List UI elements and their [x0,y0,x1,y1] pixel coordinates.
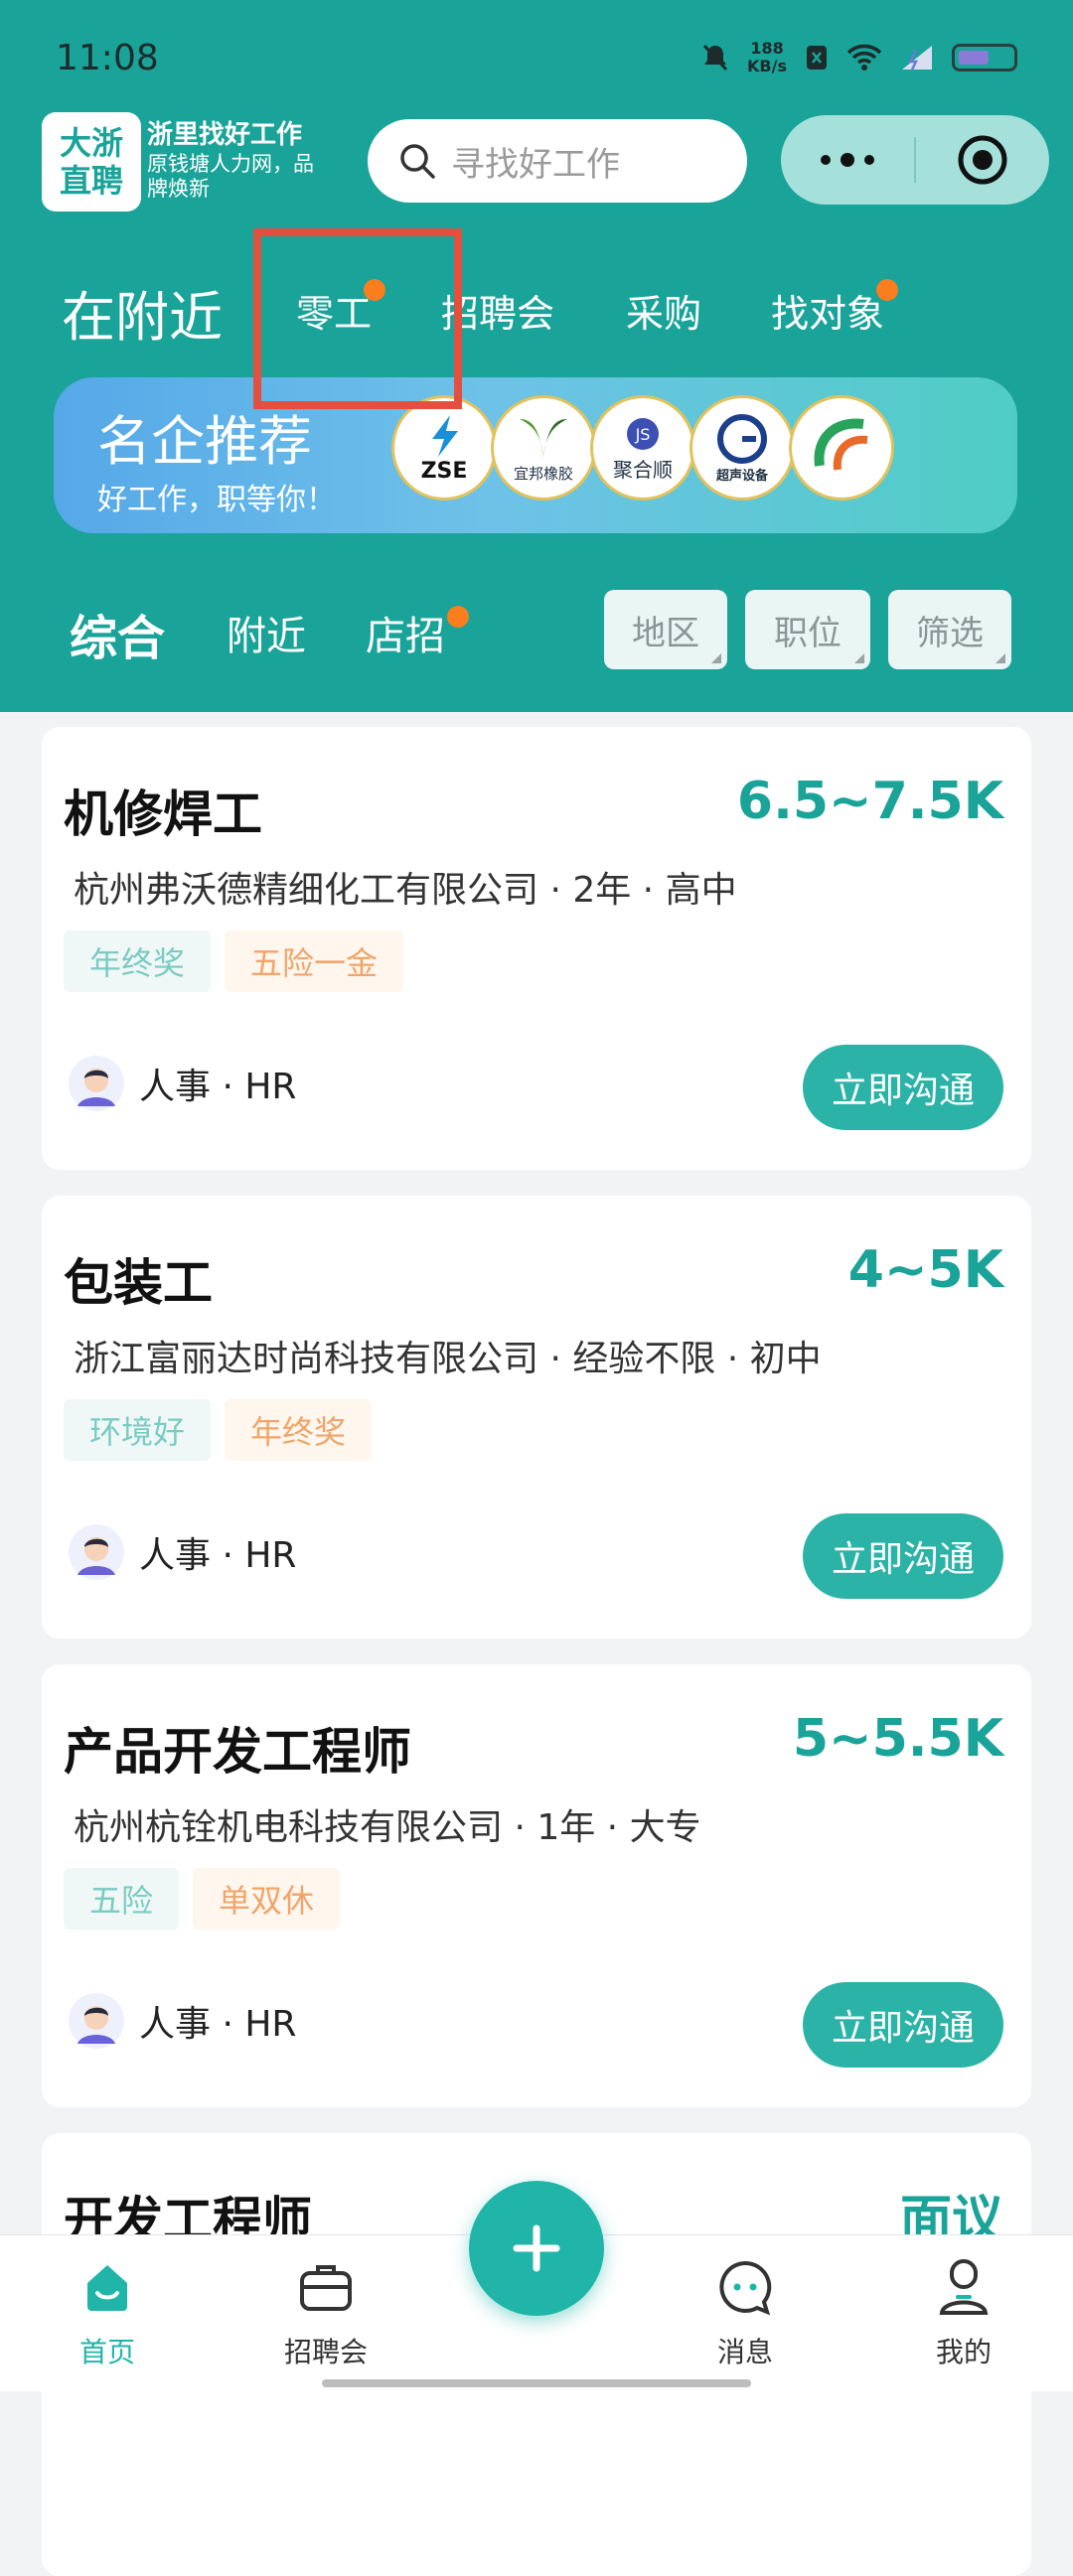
job-tags: 年终奖 五险一金 [64,930,404,992]
nav-messages-label: 消息 [716,2336,774,2368]
search-icon [400,144,435,179]
job-company-info: 杭州弗沃德精细化工有限公司 · 2年 · 高中 [74,870,737,911]
hr-info: 人事 · HR [68,1992,296,2050]
swirl-logo-icon [814,418,868,471]
user-icon [939,2259,989,2315]
battery-icon [952,44,1017,72]
js-logo-icon: JS [627,417,659,450]
search-placeholder: 寻找好工作 [451,144,620,185]
tab-shop-recruit[interactable]: 店招 [366,604,469,661]
job-company-info: 浙江富丽达时尚科技有限公司 · 经验不限 · 初中 [74,1339,822,1379]
job-title: 机修焊工 [64,786,262,843]
status-icons: 188 KB/s [701,40,1017,75]
close-miniprogram-button[interactable] [916,115,1049,205]
nav-home-label: 首页 [78,2336,136,2368]
hr-name: 人事 · HR [139,1535,297,1576]
banner-subtitle: 好工作，职等你！ [97,483,336,517]
company-logo-juheshun[interactable]: JS 聚合顺 [590,395,695,501]
company-logo-zse[interactable]: ZSE [391,395,497,501]
job-title: 产品开发工程师 [64,1723,411,1781]
status-time: 11:08 [56,38,159,78]
highlight-box [253,228,462,409]
chat-now-button[interactable]: 立即沟通 [803,1045,1003,1130]
hr-name: 人事 · HR [139,2004,297,2045]
job-card[interactable]: 产品开发工程师 5~5.5K 杭州杭铨机电科技有限公司 · 1年 · 大专 五险… [42,1664,1031,2107]
filter-more[interactable]: 筛选 [888,590,1011,669]
job-salary: 5~5.5K [792,1709,1003,1769]
hr-name: 人事 · HR [139,1067,297,1107]
company-logo-yibang[interactable]: 宜邦橡胶 [491,395,596,501]
home-indicator [322,2379,751,2387]
home-icon [87,2265,127,2311]
avatar [69,1524,124,1580]
miniprogram-capsule [781,115,1049,205]
g-logo-icon [716,413,767,464]
mute-bell-icon [702,44,728,72]
job-card[interactable]: 包装工 4~5K 浙江富丽达时尚科技有限公司 · 经验不限 · 初中 环境好 年… [42,1196,1031,1639]
network-speed: 188 KB/s [747,39,787,75]
wifi-icon [846,44,882,71]
job-tags: 环境好 年终奖 [64,1399,373,1461]
job-tag: 单双休 [193,1868,341,1930]
logo-text-line2: 直聘 [59,162,123,200]
logo-title: 浙里找好工作 [147,120,303,150]
job-tag: 年终奖 [225,1399,373,1461]
nav-item-label: 采购 [626,292,702,336]
filter-position[interactable]: 职位 [745,590,870,669]
avatar [69,1993,124,2049]
more-dots-icon [821,153,874,167]
app-logo: 大浙 直聘 [42,112,141,212]
avatar [69,1056,124,1111]
add-fab-button[interactable] [469,2181,604,2316]
leaf-logo-icon [519,418,567,459]
job-salary: 4~5K [847,1240,1003,1300]
company-logo-swirl[interactable] [789,395,894,501]
logo-subtitle: 原钱塘人力网，品牌焕新 [147,152,314,201]
notification-dot [447,606,469,628]
chat-now-button[interactable]: 立即沟通 [803,1513,1003,1599]
hr-info: 人事 · HR [68,1055,296,1112]
plus-icon [513,2224,560,2272]
job-card[interactable]: 机修焊工 6.5~7.5K 杭州弗沃德精细化工有限公司 · 2年 · 高中 年终… [42,727,1031,1170]
filter-region[interactable]: 地区 [604,590,727,669]
nav-item-label: 找对象 [771,292,885,336]
company-logo-ultrasonic[interactable]: 超声设备 [690,395,795,501]
signal-icon [902,46,932,71]
tab-overall[interactable]: 综合 [70,599,165,668]
hr-info: 人事 · HR [68,1523,296,1581]
nav-item-purchase[interactable]: 采购 [626,283,701,338]
message-icon [719,2260,772,2316]
logo-text-line1: 大浙 [59,124,123,162]
svg-text:JS: JS [635,425,651,444]
job-tag: 年终奖 [64,930,212,992]
nav-item-dating[interactable]: 找对象 [771,279,898,338]
briefcase-icon [300,2265,352,2311]
tab-nearby[interactable]: 附近 [227,604,306,661]
more-button[interactable] [781,115,914,205]
notification-dot [876,279,898,301]
nav-mine-label: 我的 [935,2336,993,2368]
job-tag: 五险一金 [225,930,404,992]
sim-icon [807,46,827,70]
search-input[interactable]: 寻找好工作 [368,119,747,203]
job-salary: 6.5~7.5K [736,772,1003,831]
lightning-logo-icon [431,414,458,457]
target-close-icon [958,135,1007,185]
job-tags: 五险 单双休 [64,1868,341,1930]
job-company-info: 杭州杭铨机电科技有限公司 · 1年 · 大专 [74,1807,701,1848]
job-tag: 环境好 [64,1399,212,1461]
nav-nearby[interactable]: 在附近 [62,273,223,352]
job-tag: 五险 [64,1868,180,1930]
chat-now-button[interactable]: 立即沟通 [803,1982,1003,2068]
nav-job-fairs-label: 招聘会 [283,2336,369,2368]
job-title: 包装工 [64,1254,213,1312]
